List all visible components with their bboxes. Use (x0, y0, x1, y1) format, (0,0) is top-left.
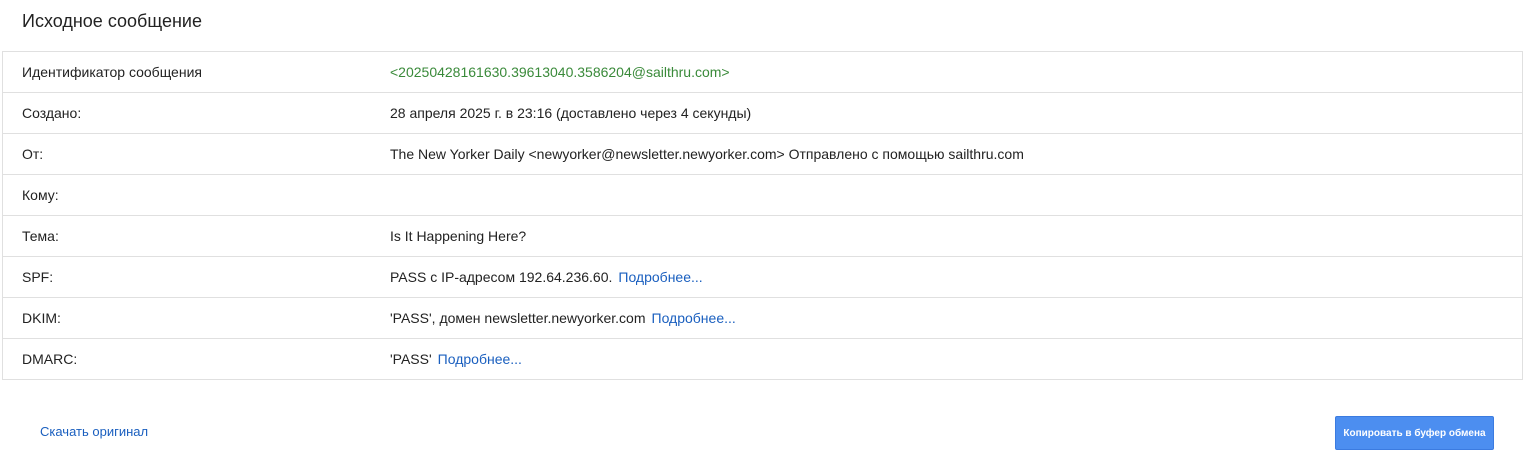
spf-value-container: PASS с IP-адресом 192.64.236.60. Подробне… (370, 269, 703, 285)
to-label: Кому: (22, 187, 59, 203)
original-message-page: Исходное сообщение Идентификатор сообщен… (0, 0, 1540, 466)
created-value: 28 апреля 2025 г. в 23:16 (доставлено че… (390, 105, 752, 121)
subject-label: Тема: (22, 228, 59, 244)
from-label: От: (22, 146, 44, 162)
dkim-more-link[interactable]: Подробнее... (652, 310, 736, 326)
message-id-label: Идентификатор сообщения (22, 64, 202, 80)
row-from: От: The New Yorker Daily <newyorker@news… (3, 133, 1522, 174)
row-message-id: Идентификатор сообщения <20250428161630.… (3, 52, 1522, 92)
row-spf: SPF: PASS с IP-адресом 192.64.236.60. Под… (3, 256, 1522, 297)
created-label: Создано: (22, 105, 82, 121)
dmarc-label: DMARC: (22, 351, 78, 367)
headers-table: Идентификатор сообщения <20250428161630.… (2, 51, 1523, 380)
download-original-link[interactable]: Скачать оригинал (40, 424, 148, 439)
row-to: Кому: (3, 174, 1522, 215)
row-created: Создано: 28 апреля 2025 г. в 23:16 (дост… (3, 92, 1522, 133)
dmarc-more-link[interactable]: Подробнее... (438, 351, 522, 367)
row-subject: Тема: Is It Happening Here? (3, 215, 1522, 256)
spf-label: SPF: (22, 269, 54, 285)
subject-value: Is It Happening Here? (390, 228, 527, 244)
from-value: The New Yorker Daily <newyorker@newslett… (390, 146, 1024, 162)
row-dmarc: DMARC: 'PASS' Подробнее... (3, 338, 1522, 379)
copy-to-clipboard-button[interactable]: Копировать в буфер обмена (1335, 416, 1494, 450)
dkim-value: 'PASS', домен newsletter.newyorker.com (390, 310, 646, 326)
dmarc-value: 'PASS' (390, 351, 432, 367)
spf-more-link[interactable]: Подробнее... (618, 269, 702, 285)
dkim-label: DKIM: (22, 310, 61, 326)
row-dkim: DKIM: 'PASS', домен newsletter.newyorker… (3, 297, 1522, 338)
page-title: Исходное сообщение (22, 11, 202, 31)
spf-value: PASS с IP-адресом 192.64.236.60. (390, 269, 613, 285)
message-id-value: <20250428161630.39613040.3586204@sailthr… (390, 64, 730, 80)
dkim-value-container: 'PASS', домен newsletter.newyorker.com По… (370, 310, 736, 326)
dmarc-value-container: 'PASS' Подробнее... (370, 351, 522, 367)
